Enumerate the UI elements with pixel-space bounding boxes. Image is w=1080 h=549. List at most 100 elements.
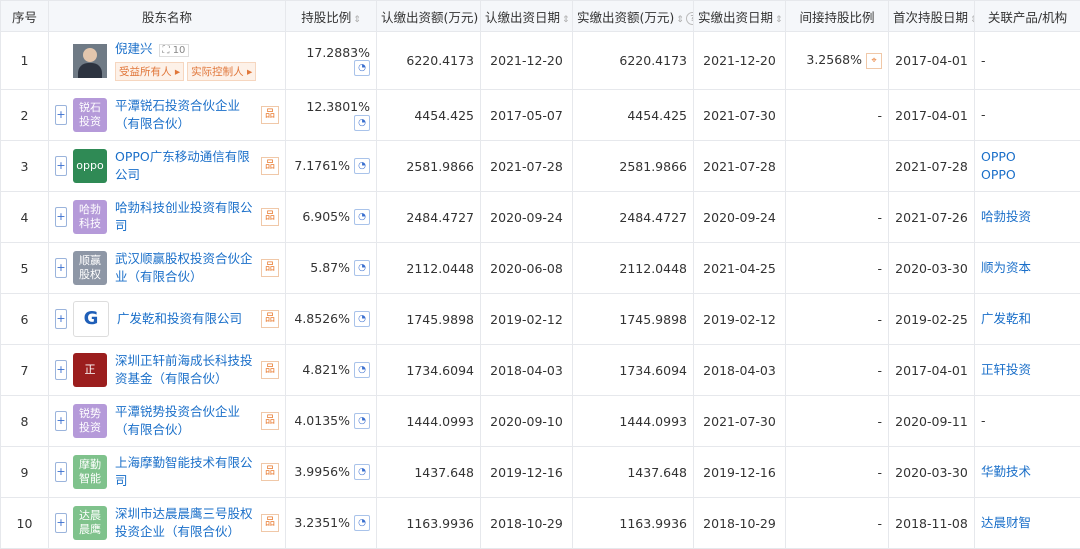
role-tag[interactable]: 实际控制人 ▸ (187, 62, 257, 81)
sort-icon[interactable]: ⇕ (970, 15, 973, 25)
col-paid-amount[interactable]: 实缴出资额(万元)⇕? (572, 0, 694, 32)
pie-chart-icon[interactable]: ◔ (354, 209, 370, 226)
product-cell[interactable]: 哈勃投资 (974, 191, 1080, 243)
product-link[interactable]: 达晨财智 (981, 515, 1031, 530)
product-cell[interactable]: 正轩投资 (974, 344, 1080, 396)
avatar[interactable] (73, 43, 107, 78)
shareholder-cell[interactable]: 倪建兴 ⛶ 10 受益所有人 ▸ 实际控制人 ▸ (48, 31, 286, 90)
equity-structure-icon[interactable]: 品 (261, 514, 279, 532)
shareholder-cell[interactable]: + G 广发乾和投资有限公司品 (48, 293, 286, 345)
equity-structure-icon[interactable]: 品 (261, 106, 279, 124)
pie-chart-icon[interactable]: ◔ (354, 260, 370, 277)
shareholder-cell[interactable]: + 锐势 投资 平潭锐势投资合伙企业（有限合伙）品 (48, 395, 286, 447)
related-count-badge[interactable]: ⛶ 10 (158, 44, 190, 57)
col-ratio[interactable]: 持股比例 ⇕ (285, 0, 377, 32)
expand-button[interactable]: + (55, 462, 67, 482)
paid-amount-cell: 1745.9898 (572, 293, 694, 345)
ratio-cell: 4.821% ◔ (285, 344, 377, 396)
col-first-date[interactable]: 首次持股日期⇕ (888, 0, 975, 32)
shareholder-name-link[interactable]: 深圳市达晨晨鹰三号股权投资企业（有限合伙） (115, 505, 257, 541)
equity-structure-icon[interactable]: 品 (261, 208, 279, 226)
ratio-cell: 4.0135% ◔ (285, 395, 377, 447)
product-link[interactable]: 顺为资本 (981, 260, 1031, 275)
shareholder-name-link[interactable]: 上海摩勤智能技术有限公司 (115, 454, 257, 490)
indirect-cell: - (785, 446, 889, 498)
expand-button[interactable]: + (55, 258, 67, 278)
product-link[interactable]: OPPO OPPO (981, 149, 1016, 182)
expand-button[interactable]: + (55, 411, 67, 431)
product-cell[interactable]: 华勤技术 (974, 446, 1080, 498)
shareholder-name-link[interactable]: OPPO广东移动通信有限公司 (115, 148, 257, 184)
pie-chart-icon[interactable]: ◔ (354, 311, 370, 328)
expand-button[interactable]: + (55, 309, 67, 329)
sub-date-text: 2018-10-29 (490, 515, 563, 531)
shareholder-name-link[interactable]: 武汉顺赢股权投资合伙企业（有限合伙） (115, 250, 257, 286)
equity-structure-icon[interactable]: 品 (261, 310, 279, 328)
table-row: 1 倪建兴 ⛶ 10 受益所有人 ▸ 实际控制人 ▸ 17.2883%◔ 6220.4173… (0, 31, 1080, 90)
shareholder-name-link[interactable]: 哈勃科技创业投资有限公司 (115, 199, 257, 235)
product-link[interactable]: 广发乾和 (981, 311, 1031, 326)
paid-amount-text: 2581.9866 (619, 158, 687, 174)
role-tag[interactable]: 受益所有人 ▸ (115, 62, 185, 81)
paid-amount-cell: 1444.0993 (572, 395, 694, 447)
shareholder-name-link[interactable]: 广发乾和投资有限公司 (117, 310, 257, 328)
first-date-text: 2017-04-01 (895, 107, 968, 123)
first-date-cell: 2020-03-30 (888, 242, 975, 294)
pie-chart-icon[interactable]: ◔ (354, 362, 370, 379)
equity-structure-icon[interactable]: 品 (261, 361, 279, 379)
product-link[interactable]: 正轩投资 (981, 362, 1031, 377)
col-sub-amount[interactable]: 认缴出资额(万元)⇕ (376, 0, 481, 32)
product-link[interactable]: 华勤技术 (981, 464, 1031, 479)
shareholder-name-link[interactable]: 平潭锐势投资合伙企业（有限合伙） (115, 403, 257, 439)
product-cell[interactable]: 顺为资本 (974, 242, 1080, 294)
col-paid-date[interactable]: 实缴出资日期 ⇕ (693, 0, 786, 32)
product-link[interactable]: 哈勃投资 (981, 209, 1031, 224)
ratio-cell: 12.3801%◔ (285, 89, 377, 141)
sub-date-cell: 2020-09-24 (480, 191, 573, 243)
equity-structure-icon[interactable]: 品 (261, 157, 279, 175)
expand-button[interactable]: + (55, 360, 67, 380)
shareholder-cell[interactable]: + 达晨 晨鹰 深圳市达晨晨鹰三号股权投资企业（有限合伙）品 (48, 497, 286, 549)
expand-button[interactable]: + (55, 105, 67, 125)
expand-button[interactable]: + (55, 513, 67, 533)
row-index-text: 7 (20, 362, 29, 378)
equity-structure-icon[interactable]: 品 (261, 463, 279, 481)
pie-chart-icon[interactable]: ◔ (354, 60, 370, 77)
equity-structure-icon[interactable]: 品 (261, 412, 279, 430)
shareholder-name-link[interactable]: 倪建兴 (115, 41, 153, 56)
shareholder-cell[interactable]: + oppo OPPO广东移动通信有限公司品 (48, 140, 286, 192)
sort-icon[interactable]: ⇕ (353, 15, 361, 25)
expand-button[interactable]: + (55, 207, 67, 227)
help-icon[interactable]: ? (685, 11, 693, 25)
pie-chart-icon[interactable]: ◔ (354, 515, 370, 532)
shareholder-cell[interactable]: + 摩勤 智能 上海摩勤智能技术有限公司品 (48, 446, 286, 498)
sort-icon[interactable]: ⇕ (562, 15, 570, 25)
pie-chart-icon[interactable]: ◔ (354, 413, 370, 430)
pie-chart-icon[interactable]: ◔ (354, 158, 370, 175)
shareholder-name-link[interactable]: 深圳正轩前海成长科技投资基金（有限合伙） (115, 352, 257, 388)
shareholder-cell[interactable]: + 哈勃 科技 哈勃科技创业投资有限公司品 (48, 191, 286, 243)
product-cell[interactable]: OPPO OPPO (974, 140, 1080, 192)
product-cell[interactable]: 广发乾和 (974, 293, 1080, 345)
sort-icon[interactable]: ⇕ (676, 15, 684, 25)
first-date-cell: 2017-04-01 (888, 89, 975, 141)
sort-icon[interactable]: ⇕ (775, 15, 783, 25)
shareholder-cell[interactable]: + 顺赢 股权 武汉顺赢股权投资合伙企业（有限合伙）品 (48, 242, 286, 294)
shareholder-cell[interactable]: + 锐石 投资 平潭锐石投资合伙企业（有限合伙）品 (48, 89, 286, 141)
product-cell: - (974, 395, 1080, 447)
expand-button[interactable]: + (55, 156, 67, 176)
paid-date-text: 2018-04-03 (703, 362, 776, 378)
equity-structure-icon[interactable]: 品 (261, 259, 279, 277)
col-sub-date[interactable]: 认缴出资日期 ⇕ (480, 0, 573, 32)
sub-date-text: 2017-05-07 (490, 107, 563, 123)
target-icon[interactable]: ⌖ (866, 52, 882, 69)
paid-amount-cell: 2112.0448 (572, 242, 694, 294)
shareholder-name-link[interactable]: 平潭锐石投资合伙企业（有限合伙） (115, 97, 257, 133)
ratio-text: 6.905% (302, 208, 350, 224)
first-date-cell: 2021-07-26 (888, 191, 975, 243)
product-cell[interactable]: 达晨财智 (974, 497, 1080, 549)
shareholder-cell[interactable]: + 正深圳正轩前海成长科技投资基金（有限合伙）品 (48, 344, 286, 396)
pie-chart-icon[interactable]: ◔ (354, 114, 370, 131)
pie-chart-icon[interactable]: ◔ (354, 464, 370, 481)
row-index: 9 (0, 446, 49, 498)
